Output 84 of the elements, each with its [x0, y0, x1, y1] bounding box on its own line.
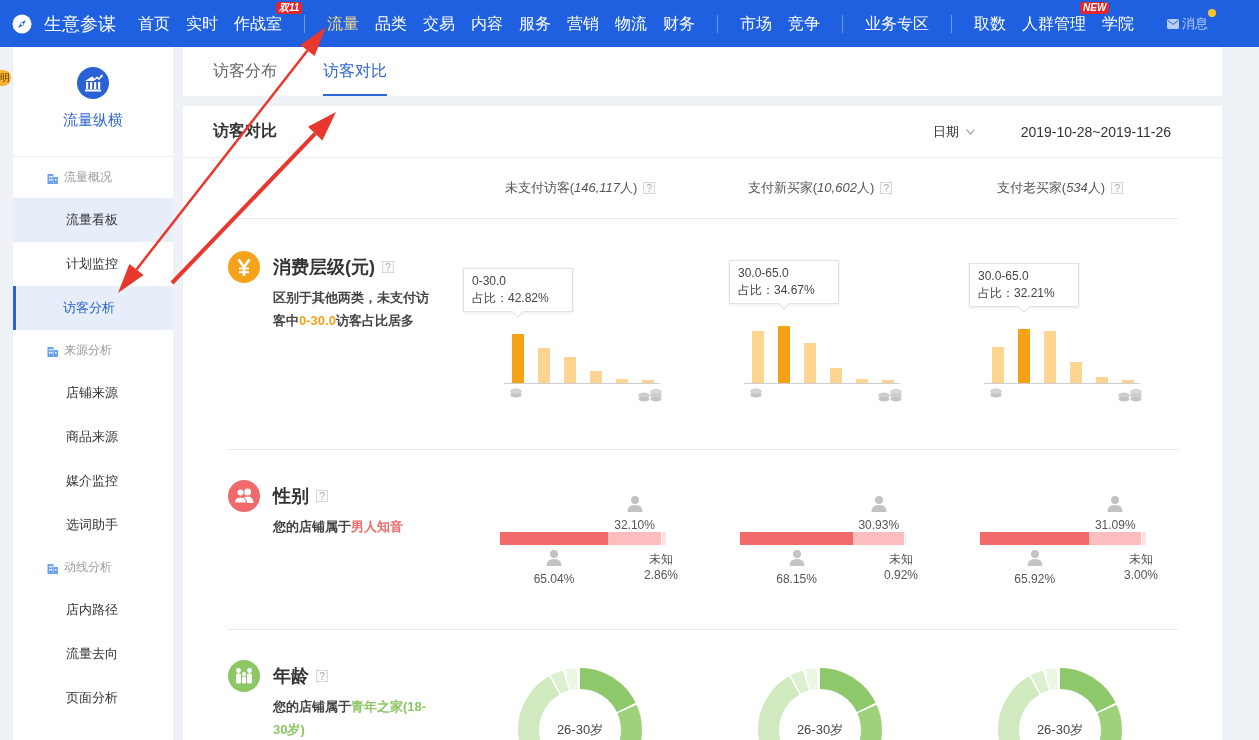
- tooltip-share: 占比：32.21%: [978, 285, 1056, 302]
- sidebar-group-label: 来源分析: [64, 342, 112, 359]
- column-header: 未支付访客(146,117人): [504, 179, 638, 197]
- person-icon: [788, 549, 805, 566]
- nav-item[interactable]: 作战室: [234, 13, 282, 34]
- unknown-share-label: 3.00%: [1124, 567, 1158, 583]
- person-icon: [545, 549, 562, 566]
- mail-icon: [1167, 18, 1179, 29]
- tooltip-share: 占比：34.67%: [738, 282, 816, 299]
- coin-stack-icon: [1118, 388, 1142, 402]
- nav-item[interactable]: 实时: [186, 13, 218, 34]
- section-title: 年龄: [273, 665, 309, 688]
- female-share-label: 32.10%: [614, 518, 655, 532]
- tab[interactable]: 访客对比: [323, 47, 387, 96]
- male-share-label: 65.92%: [1014, 572, 1056, 586]
- chevron-down-icon: [965, 128, 975, 135]
- brand-name: 生意参谋: [44, 12, 116, 36]
- column-header: 支付老买家(534人): [996, 179, 1106, 197]
- coin-stack-icon: [638, 388, 662, 402]
- nav-item[interactable]: 人群管理: [1022, 13, 1086, 34]
- person-icon: [1107, 495, 1124, 512]
- section-description: 区别于其他两类，未支付访客中0-30.0访客占比居多: [273, 289, 430, 330]
- donut-slice: [820, 668, 876, 713]
- nav-item[interactable]: 交易: [423, 13, 455, 34]
- building-icon: [47, 344, 58, 357]
- nav-badge: NEW: [1080, 1, 1110, 14]
- building-icon: [47, 561, 58, 574]
- section-description: 您的店铺属于男人知音: [273, 518, 404, 536]
- nav-item[interactable]: 服务: [519, 13, 551, 34]
- nav-item[interactable]: 首页: [138, 13, 170, 34]
- person-icon: [870, 495, 887, 512]
- nav-item[interactable]: 竞争: [788, 13, 820, 34]
- nav-item[interactable]: 业务专区: [865, 13, 929, 34]
- coin-icon: [510, 388, 522, 398]
- coin-icon: [990, 388, 1002, 398]
- tooltip-range: 30.0-65.0: [738, 265, 790, 282]
- nav-item[interactable]: 流量: [327, 13, 359, 34]
- donut-center-label: 26-30岁: [796, 722, 844, 738]
- tooltip-range: 30.0-65.0: [978, 268, 1030, 285]
- person-icon: [1026, 549, 1043, 566]
- donut-slice: [580, 668, 636, 713]
- sidebar-item[interactable]: 流量看板: [13, 198, 173, 242]
- sidebar-group-label: 动线分析: [64, 559, 112, 576]
- sidebar-group-label: 流量概况: [64, 169, 112, 186]
- sidebar-item[interactable]: 访客分析: [13, 286, 173, 330]
- unknown-label: 未知: [649, 551, 673, 567]
- coin-icon: [750, 388, 762, 398]
- nav-badge: 双11: [276, 1, 303, 14]
- unknown-label: 未知: [889, 551, 913, 567]
- nav-item[interactable]: 财务: [663, 13, 695, 34]
- unknown-share-label: 2.86%: [644, 567, 678, 583]
- column-header: 支付新买家(10,602人): [747, 179, 875, 197]
- messages-button[interactable]: 消息: [1167, 14, 1208, 33]
- unknown-share-label: 0.92%: [884, 567, 918, 583]
- donut-center-label: 26-30岁: [1036, 722, 1084, 738]
- donut-center-label: 26-30岁: [556, 722, 604, 738]
- tooltip-range: 0-30.0: [472, 273, 508, 290]
- section-description: 您的店铺属于青年之家(18-30岁): [273, 698, 428, 739]
- male-share-label: 68.15%: [776, 572, 817, 586]
- section-title: 性别: [273, 485, 309, 508]
- building-icon: [47, 171, 58, 184]
- tab[interactable]: 访客分布: [213, 47, 277, 96]
- date-range: 2019-10-28~2019-11-26: [1020, 123, 1171, 140]
- person-icon: [626, 495, 643, 512]
- building-chart-icon: [77, 67, 109, 99]
- female-share-label: 31.09%: [1094, 518, 1136, 532]
- date-dropdown[interactable]: 日期: [932, 122, 975, 141]
- nav-item[interactable]: 市场: [740, 13, 772, 34]
- nav-item[interactable]: 物流: [615, 13, 647, 34]
- nav-item[interactable]: 营销: [567, 13, 599, 34]
- nav-item[interactable]: 取数: [974, 13, 1006, 34]
- coin-stack-icon: [878, 388, 902, 402]
- sidebar-title: 流量纵横: [63, 111, 123, 130]
- donut-slice: [1060, 668, 1116, 713]
- nav-item[interactable]: 内容: [471, 13, 503, 34]
- female-share-label: 30.93%: [858, 518, 900, 532]
- unknown-label: 未知: [1129, 551, 1153, 567]
- nav-item[interactable]: 学院: [1102, 13, 1134, 34]
- male-share-label: 65.04%: [533, 572, 575, 586]
- edge-tab[interactable]: 明: [0, 70, 11, 86]
- compass-icon: [12, 13, 32, 34]
- section-title: 消费层级(元): [273, 256, 375, 279]
- nav-item[interactable]: 品类: [375, 13, 407, 34]
- tooltip-share: 占比：42.82%: [472, 290, 550, 307]
